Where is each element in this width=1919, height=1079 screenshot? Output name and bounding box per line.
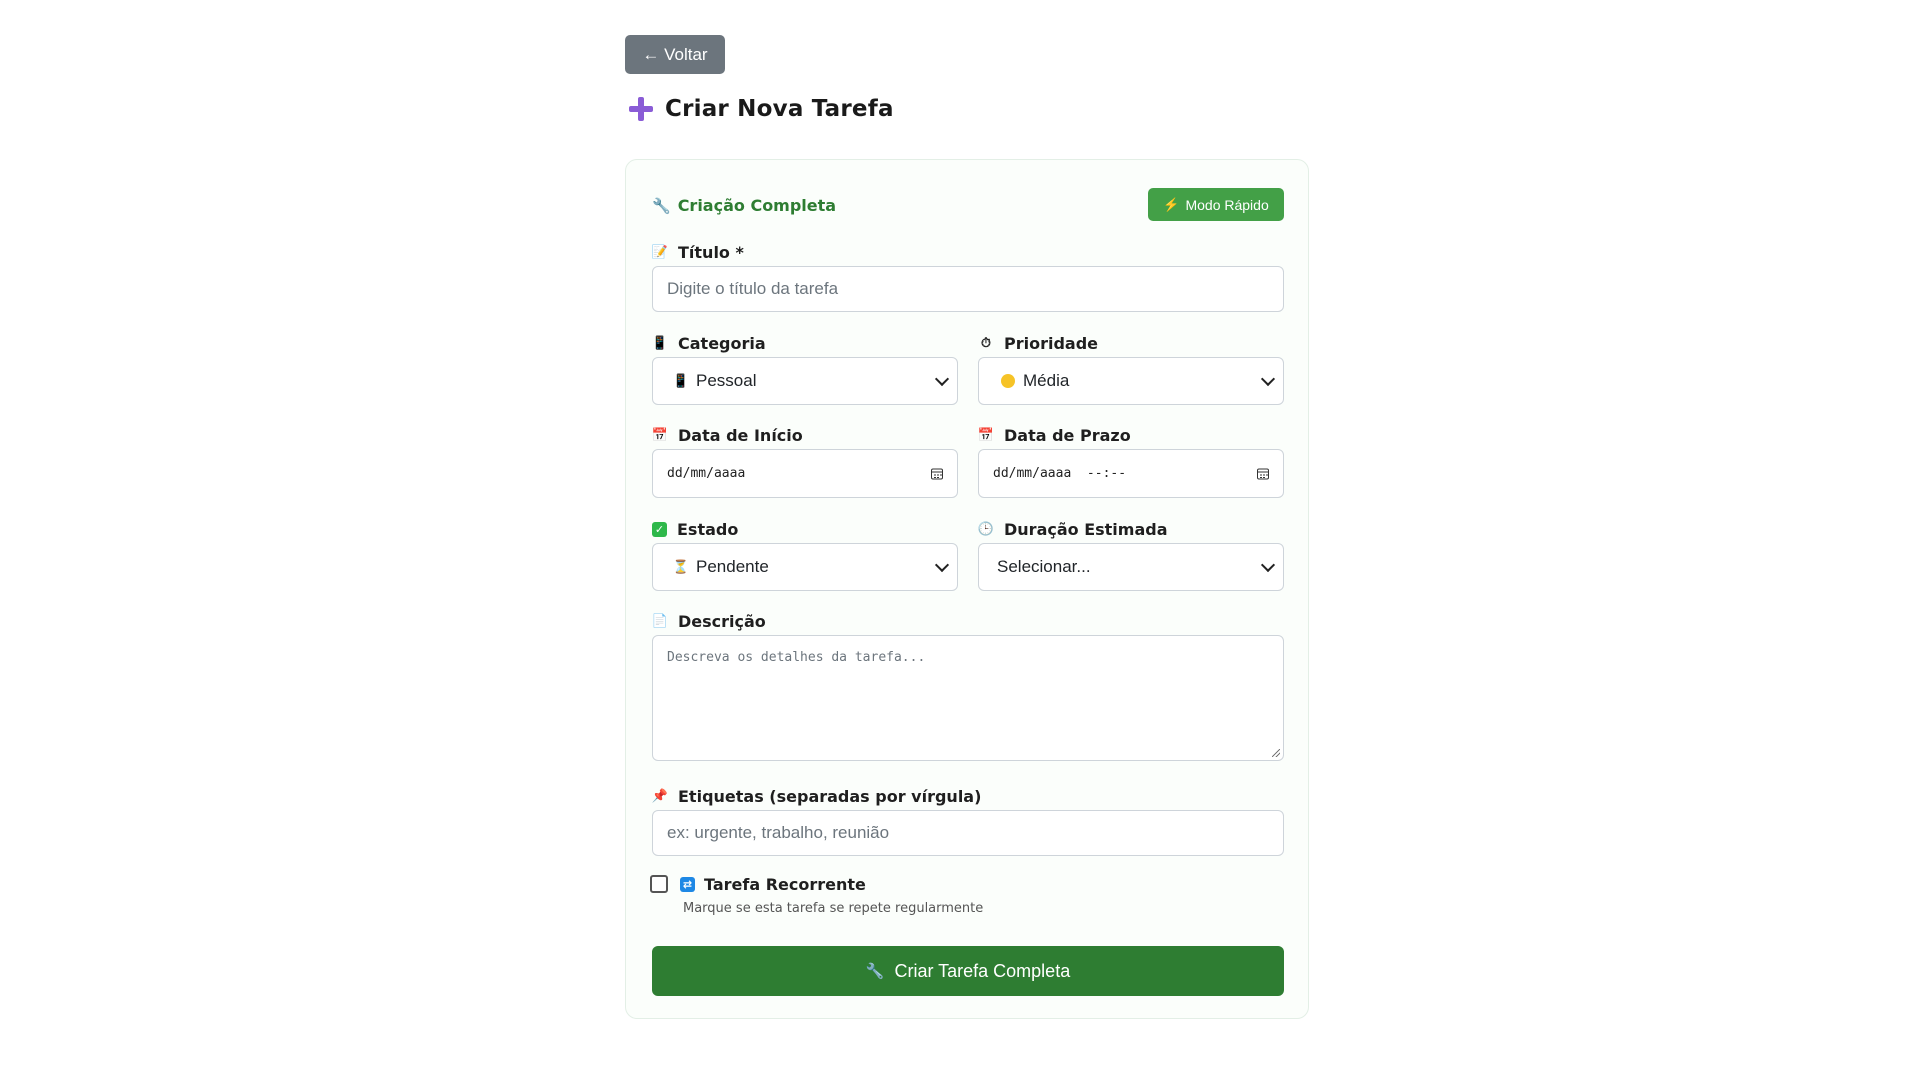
status-label-text: Estado (677, 519, 739, 539)
chevron-down-icon (934, 371, 950, 387)
category-select[interactable]: 📱 Pessoal (652, 357, 958, 405)
description-label: 📄 Descrição (652, 611, 1284, 631)
start-date-label-text: Data de Início (678, 425, 803, 445)
tags-input[interactable]: ex: urgente, trabalho, reunião (652, 810, 1284, 856)
calendar-picker-icon[interactable] (1257, 468, 1269, 479)
priority-value: Média (1023, 371, 1070, 390)
priority-field-group: ⏱ Prioridade Média (978, 333, 1284, 413)
due-date-label-text: Data de Prazo (1004, 425, 1131, 445)
status-select[interactable]: ⏳ Pendente (652, 543, 958, 591)
start-date-placeholder: dd/mm/aaaa (667, 466, 746, 481)
duration-label-text: Duração Estimada (1004, 519, 1168, 539)
title-input-placeholder: Digite o título da tarefa (667, 279, 839, 298)
duration-label: 🕒 Duração Estimada (978, 519, 1284, 539)
stopwatch-icon: ⏱ (980, 335, 992, 351)
chevron-down-icon (1260, 371, 1276, 387)
due-date-label: 📅 Data de Prazo (978, 425, 1284, 445)
category-value: Pessoal (696, 371, 757, 390)
page-icon: 📄 (651, 613, 669, 629)
title-input[interactable]: Digite o título da tarefa (652, 266, 1284, 312)
duration-value: Selecionar... (997, 557, 1091, 576)
page-header: Criar Nova Tarefa (629, 91, 894, 127)
duration-select[interactable]: Selecionar... (978, 543, 1284, 591)
tags-field-group: 📌 Etiquetas (separadas por vírgula) ex: … (652, 786, 1284, 866)
hourglass-icon: ⏳ (672, 559, 690, 574)
tags-placeholder: ex: urgente, trabalho, reunião (667, 823, 890, 842)
description-placeholder: Descreva os detalhes da tarefa... (667, 650, 926, 665)
mobile-phone-icon: 📱 (651, 335, 669, 351)
memo-icon: 📝 (651, 244, 669, 260)
calendar-icon: 📅 (651, 427, 669, 443)
task-form-card: 🔧 Criação Completa ⚡ Modo Rápido 📝 Títul… (625, 159, 1309, 1019)
plus-icon (629, 97, 653, 121)
calendar-picker-icon[interactable] (931, 468, 943, 479)
calendar-icon: 📅 (977, 427, 995, 443)
wrench-icon: 🔧 (652, 196, 671, 215)
due-date-placeholder: dd/mm/aaaa --:-- (993, 466, 1127, 481)
quick-mode-label: Modo Rápido (1185, 196, 1269, 213)
pushpin-icon: 📌 (651, 788, 669, 804)
category-label: 📱 Categoria (652, 333, 958, 353)
priority-label: ⏱ Prioridade (978, 333, 1284, 353)
create-task-label: Criar Tarefa Completa (894, 960, 1071, 981)
description-label-text: Descrição (678, 611, 766, 631)
resize-handle-icon[interactable] (1272, 749, 1280, 757)
duration-field-group: 🕒 Duração Estimada Selecionar... (978, 519, 1284, 599)
start-date-input[interactable]: dd/mm/aaaa (652, 449, 958, 498)
tags-label: 📌 Etiquetas (separadas por vírgula) (652, 786, 1284, 806)
check-box-icon: ✓ (652, 521, 667, 537)
status-field-group: ✓ Estado ⏳ Pendente (652, 519, 958, 599)
mode-row: 🔧 Criação Completa ⚡ Modo Rápido (652, 188, 1284, 222)
recurring-label-text: Tarefa Recorrente (704, 875, 866, 894)
back-button[interactable]: ← Voltar (625, 35, 725, 74)
tags-label-text: Etiquetas (separadas por vírgula) (678, 786, 982, 806)
category-label-text: Categoria (678, 333, 766, 353)
due-date-field-group: 📅 Data de Prazo dd/mm/aaaa --:-- (978, 425, 1284, 505)
page-title: Criar Nova Tarefa (665, 96, 894, 122)
recurring-hint: Marque se esta tarefa se repete regularm… (683, 901, 984, 916)
description-textarea[interactable]: Descreva os detalhes da tarefa... (652, 635, 1284, 761)
title-field-group: 📝 Título * Digite o título da tarefa (652, 242, 1284, 342)
yellow-circle-icon (1001, 374, 1015, 388)
quick-mode-button[interactable]: ⚡ Modo Rápido (1148, 188, 1284, 221)
title-label: 📝 Título * (652, 242, 1284, 262)
create-task-button[interactable]: 🔧 Criar Tarefa Completa (652, 946, 1284, 996)
chevron-down-icon (934, 557, 950, 573)
due-date-input[interactable]: dd/mm/aaaa --:-- (978, 449, 1284, 498)
recurring-label[interactable]: ⇄ Tarefa Recorrente (680, 875, 866, 894)
recurring-checkbox[interactable] (650, 875, 668, 893)
recurring-field-group: ⇄ Tarefa Recorrente Marque se esta taref… (650, 871, 1284, 921)
status-label: ✓ Estado (652, 519, 958, 539)
chevron-down-icon (1260, 557, 1276, 573)
mode-label: 🔧 Criação Completa (652, 196, 836, 215)
clock-icon: 🕒 (977, 521, 995, 537)
status-value: Pendente (696, 557, 769, 576)
mobile-phone-icon: 📱 (672, 373, 690, 388)
wrench-icon: 🔧 (865, 963, 885, 980)
start-date-label: 📅 Data de Início (652, 425, 958, 445)
lightning-icon: ⚡ (1163, 196, 1180, 212)
mode-label-text: Criação Completa (677, 196, 837, 215)
repeat-icon: ⇄ (680, 877, 695, 892)
description-field-group: 📄 Descrição Descreva os detalhes da tare… (652, 611, 1284, 761)
priority-label-text: Prioridade (1004, 333, 1099, 353)
category-field-group: 📱 Categoria 📱 Pessoal (652, 333, 958, 413)
title-label-text: Título * (678, 242, 744, 262)
priority-select[interactable]: Média (978, 357, 1284, 405)
start-date-field-group: 📅 Data de Início dd/mm/aaaa (652, 425, 958, 505)
